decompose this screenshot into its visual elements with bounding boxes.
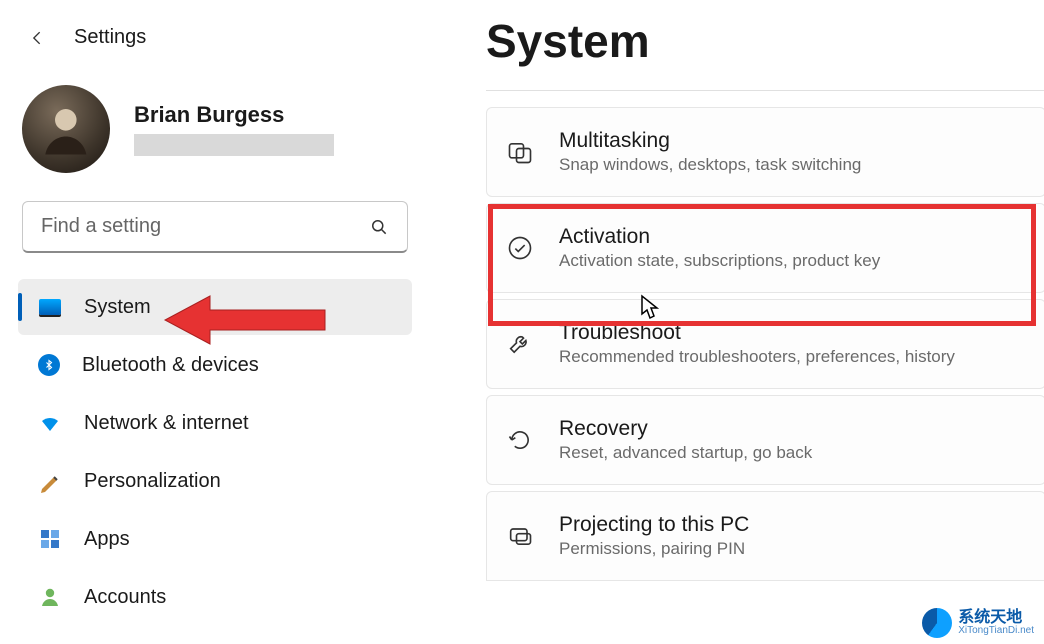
multitasking-icon <box>505 137 535 167</box>
card-multitasking[interactable]: Multitasking Snap windows, desktops, tas… <box>486 107 1044 197</box>
nav-label: Apps <box>84 528 130 551</box>
projecting-icon <box>505 521 535 551</box>
settings-cards: Multitasking Snap windows, desktops, tas… <box>486 90 1044 581</box>
search-input[interactable] <box>22 201 408 253</box>
system-icon <box>38 295 62 319</box>
card-title: Projecting to this PC <box>559 513 749 537</box>
watermark-logo-icon <box>922 608 952 638</box>
card-title: Multitasking <box>559 129 861 153</box>
user-name: Brian Burgess <box>134 102 334 128</box>
card-title: Recovery <box>559 417 812 441</box>
recovery-icon <box>505 425 535 455</box>
sidebar-item-personalization[interactable]: Personalization <box>18 453 412 509</box>
nav-list: System Bluetooth & devices Network & int… <box>18 279 412 625</box>
search-icon <box>369 217 389 237</box>
nav-label: Personalization <box>84 470 221 493</box>
card-title: Activation <box>559 225 880 249</box>
watermark-en: XiTongTianDi.net <box>958 626 1034 636</box>
bluetooth-icon <box>38 354 60 376</box>
card-desc: Permissions, pairing PIN <box>559 539 749 559</box>
nav-label: System <box>84 296 151 319</box>
nav-label: Accounts <box>84 586 166 609</box>
brush-icon <box>38 469 62 493</box>
check-circle-icon <box>505 233 535 263</box>
watermark-cn: 系统天地 <box>958 610 1034 626</box>
sidebar-item-accounts[interactable]: Accounts <box>18 569 412 625</box>
card-desc: Reset, advanced startup, go back <box>559 443 812 463</box>
search-field[interactable] <box>41 215 359 238</box>
page-title: System <box>486 14 1044 68</box>
watermark: 系统天地 XiTongTianDi.net <box>922 608 1034 638</box>
wifi-icon <box>38 411 62 435</box>
card-projecting[interactable]: Projecting to this PC Permissions, pairi… <box>486 491 1044 581</box>
card-desc: Snap windows, desktops, task switching <box>559 155 861 175</box>
card-activation[interactable]: Activation Activation state, subscriptio… <box>486 203 1044 293</box>
settings-title: Settings <box>74 26 146 49</box>
sidebar-item-bluetooth[interactable]: Bluetooth & devices <box>18 337 412 393</box>
sidebar-item-network[interactable]: Network & internet <box>18 395 412 451</box>
avatar <box>22 85 110 173</box>
card-troubleshoot[interactable]: Troubleshoot Recommended troubleshooters… <box>486 299 1044 389</box>
apps-icon <box>38 527 62 551</box>
user-email-redacted <box>134 134 334 156</box>
user-profile[interactable]: Brian Burgess <box>18 61 412 193</box>
card-recovery[interactable]: Recovery Reset, advanced startup, go bac… <box>486 395 1044 485</box>
sidebar-item-apps[interactable]: Apps <box>18 511 412 567</box>
nav-label: Network & internet <box>84 412 249 435</box>
card-title: Troubleshoot <box>559 321 955 345</box>
divider <box>486 90 1044 91</box>
card-desc: Recommended troubleshooters, preferences… <box>559 347 955 367</box>
back-icon[interactable] <box>28 28 48 48</box>
nav-label: Bluetooth & devices <box>82 354 259 377</box>
sidebar-item-system[interactable]: System <box>18 279 412 335</box>
wrench-icon <box>505 329 535 359</box>
person-icon <box>38 585 62 609</box>
card-desc: Activation state, subscriptions, product… <box>559 251 880 271</box>
